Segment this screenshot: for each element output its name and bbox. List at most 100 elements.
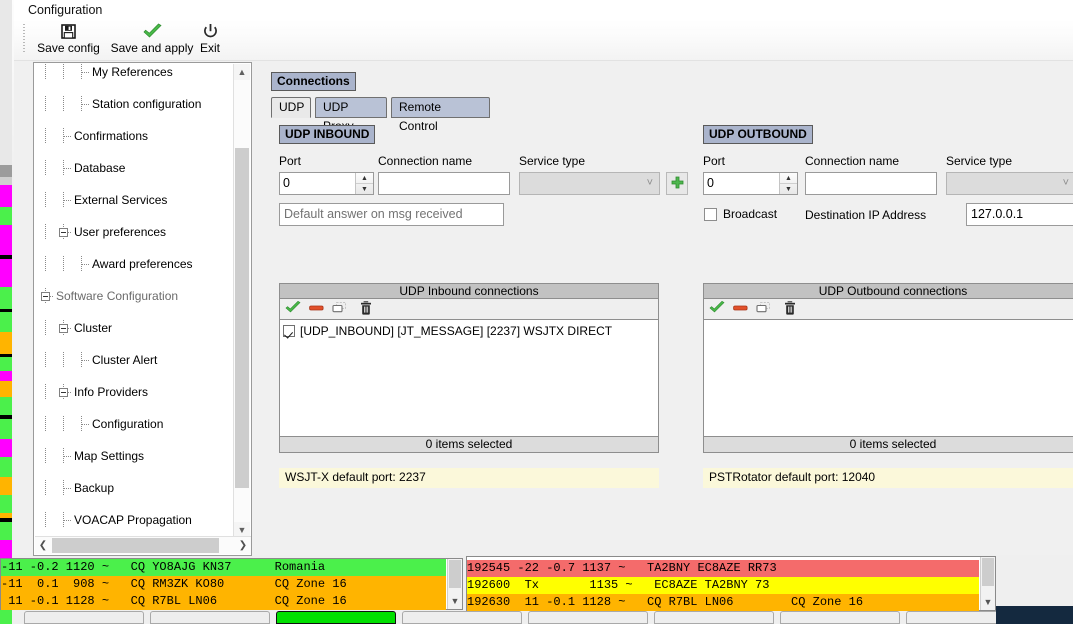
tree-guide	[45, 416, 46, 432]
broadcast-checkbox-row[interactable]: Broadcast	[704, 207, 777, 221]
tree-guide	[45, 384, 46, 400]
inbound-port-decrement[interactable]: ▼	[356, 184, 373, 194]
outbound-port-stepper[interactable]: 0 ▲ ▼	[703, 172, 798, 195]
tree-item-info-providers[interactable]: Info Providers	[35, 384, 235, 400]
trash-icon[interactable]	[360, 300, 372, 318]
wsjt-left-scroll-down[interactable]: ▼	[448, 593, 462, 609]
tree-item-software-configuration[interactable]: Software Configuration	[35, 288, 235, 304]
window-titlebar	[14, 0, 1073, 20]
scroll-up-arrow[interactable]: ▲	[234, 64, 250, 80]
tree-item-my-references[interactable]: My References	[35, 64, 235, 80]
tree-item-user-preferences[interactable]: User preferences	[35, 224, 235, 240]
scroll-right-arrow[interactable]: ❯	[235, 537, 251, 554]
tree-item-map-settings[interactable]: Map Settings	[35, 448, 235, 464]
inbound-port-value[interactable]: 0	[280, 173, 355, 194]
wsjt-log-row[interactable]: 192545 -22 -0.7 1137 ~ TA2BNY EC8AZE RR7…	[467, 560, 979, 577]
udp-outbound-list[interactable]	[703, 319, 1073, 437]
tree-item-station-configuration[interactable]: Station configuration	[35, 96, 235, 112]
outbound-service-type-select[interactable]: ˅	[946, 172, 1073, 195]
wsjt-right-scroll-thumb[interactable]	[982, 558, 994, 586]
broadcast-checkbox[interactable]	[704, 207, 717, 221]
tab-udp[interactable]: UDP	[271, 97, 311, 118]
exit-button[interactable]: Exit	[192, 22, 228, 58]
wsjt-button-7[interactable]	[780, 611, 900, 624]
wsjt-button-4[interactable]	[402, 611, 522, 624]
wsjt-left-rows[interactable]: -11 -0.2 1120 ~ CQ YO8AJG KN37 Romania -1…	[1, 559, 446, 610]
tree-item-cluster[interactable]: Cluster	[35, 320, 235, 336]
toolbar-grip[interactable]	[23, 24, 25, 52]
tree-guide	[45, 160, 46, 176]
inbound-service-type-select[interactable]: ˅	[519, 172, 660, 195]
tree-item-external-services[interactable]: External Services	[35, 192, 235, 208]
wsjt-right-rows[interactable]: 192545 -22 -0.7 1137 ~ TA2BNY EC8AZE RR7…	[467, 560, 979, 611]
wsjt-right-scroll-down[interactable]: ▼	[981, 594, 995, 610]
outbound-port-increment[interactable]: ▲	[780, 173, 797, 184]
tree-collapse-icon[interactable]	[59, 228, 68, 237]
tree-guide	[45, 256, 46, 272]
inbound-port-increment[interactable]: ▲	[356, 173, 373, 184]
wsjt-log-row[interactable]: 11 -0.1 1128 ~ CQ R7BL LN06 CQ Zone 16	[1, 593, 446, 610]
wsjt-button-3[interactable]	[276, 611, 396, 624]
tree-hscroll-thumb[interactable]	[52, 538, 219, 553]
tree-collapse-icon[interactable]	[59, 388, 68, 397]
tree-guide	[64, 136, 72, 137]
wsjt-right-scrollbar[interactable]: ▼	[980, 557, 995, 610]
tree-item-database[interactable]: Database	[35, 160, 235, 176]
tab-udp-proxy[interactable]: UDP Proxy	[315, 97, 387, 133]
red-minus-icon[interactable]	[309, 301, 324, 317]
save-and-apply-button[interactable]: Save and apply	[107, 22, 197, 58]
inbound-add-button[interactable]	[666, 172, 688, 195]
floppy-disk-icon	[60, 22, 77, 40]
outbound-port-decrement[interactable]: ▼	[780, 184, 797, 194]
tree-collapse-icon[interactable]	[41, 292, 50, 301]
tree-item-cluster-alert[interactable]: Cluster Alert	[35, 352, 235, 368]
tab-remote-control[interactable]: Remote Control	[391, 97, 490, 133]
wsjt-button-1[interactable]	[24, 611, 144, 624]
wsjt-log-row[interactable]: 192600 Tx 1135 ~ EC8AZE TA2BNY 73	[467, 577, 979, 594]
save-config-button[interactable]: Save config	[31, 22, 106, 58]
green-check-icon[interactable]	[709, 300, 725, 317]
scroll-left-arrow[interactable]: ❮	[35, 537, 51, 554]
tree-guide	[45, 448, 46, 464]
tree-collapse-icon[interactable]	[59, 324, 68, 333]
tree-item-configuration[interactable]: Configuration	[35, 416, 235, 432]
tree-item-backup[interactable]: Backup	[35, 480, 235, 496]
trash-icon[interactable]	[784, 300, 796, 318]
outbound-port-value[interactable]: 0	[704, 173, 779, 194]
navigation-tree[interactable]: My References Station configuration Confir…	[35, 64, 235, 538]
inbound-port-stepper[interactable]: 0 ▲ ▼	[279, 172, 374, 195]
inbound-port-spinner-buttons[interactable]: ▲ ▼	[355, 173, 373, 194]
wsjt-button-5[interactable]	[528, 611, 648, 624]
list-item-checkbox[interactable]	[283, 325, 295, 337]
wsjt-left-scrollbar[interactable]: ▼	[447, 559, 462, 609]
outbound-connection-name-input[interactable]	[805, 172, 937, 195]
tree-item-confirmations[interactable]: Confirmations	[35, 128, 235, 144]
udp-inbound-list-title: UDP Inbound connections	[279, 283, 659, 299]
wsjt-button-2[interactable]	[150, 611, 270, 624]
red-minus-icon[interactable]	[733, 301, 748, 317]
destination-ip-input[interactable]: 127.0.0.1	[966, 203, 1073, 226]
tree-item-voacap-propagation[interactable]: VOACAP Propagation	[35, 512, 235, 528]
copy-icon[interactable]	[756, 301, 772, 317]
outbound-port-spinner-buttons[interactable]: ▲ ▼	[779, 173, 797, 194]
inbound-port-label: Port	[279, 154, 302, 168]
tree-guide	[63, 96, 64, 112]
tree-horizontal-scrollbar[interactable]: ❮ ❯	[35, 536, 251, 554]
tree-guide	[64, 456, 72, 457]
tree-vertical-scrollbar[interactable]: ▲ ▼	[233, 64, 250, 538]
wsjt-left-scroll-thumb[interactable]	[449, 560, 461, 588]
wsjt-log-row[interactable]: -11 -0.2 1120 ~ CQ YO8AJG KN37 Romania	[1, 559, 446, 576]
list-item[interactable]: [UDP_INBOUND] [JT_MESSAGE] [2237] WSJTX …	[283, 324, 655, 338]
udp-inbound-list[interactable]: [UDP_INBOUND] [JT_MESSAGE] [2237] WSJTX …	[279, 319, 659, 437]
inbound-default-answer-input[interactable]: Default answer on msg received	[279, 203, 504, 226]
save-config-label: Save config	[37, 41, 100, 55]
wsjt-log-row[interactable]: 192630 11 -0.1 1128 ~ CQ R7BL LN06 CQ Zo…	[467, 594, 979, 611]
copy-icon[interactable]	[332, 301, 348, 317]
tree-item-award-preferences[interactable]: Award preferences	[35, 256, 235, 272]
wsjt-button-6[interactable]	[654, 611, 774, 624]
inbound-connection-name-input[interactable]	[378, 172, 510, 195]
tree-vscroll-thumb[interactable]	[235, 148, 249, 488]
tree-guide	[82, 424, 90, 425]
wsjt-log-row[interactable]: -11 0.1 908 ~ CQ RM3ZK KO80 CQ Zone 16	[1, 576, 446, 593]
green-check-icon[interactable]	[285, 300, 301, 317]
